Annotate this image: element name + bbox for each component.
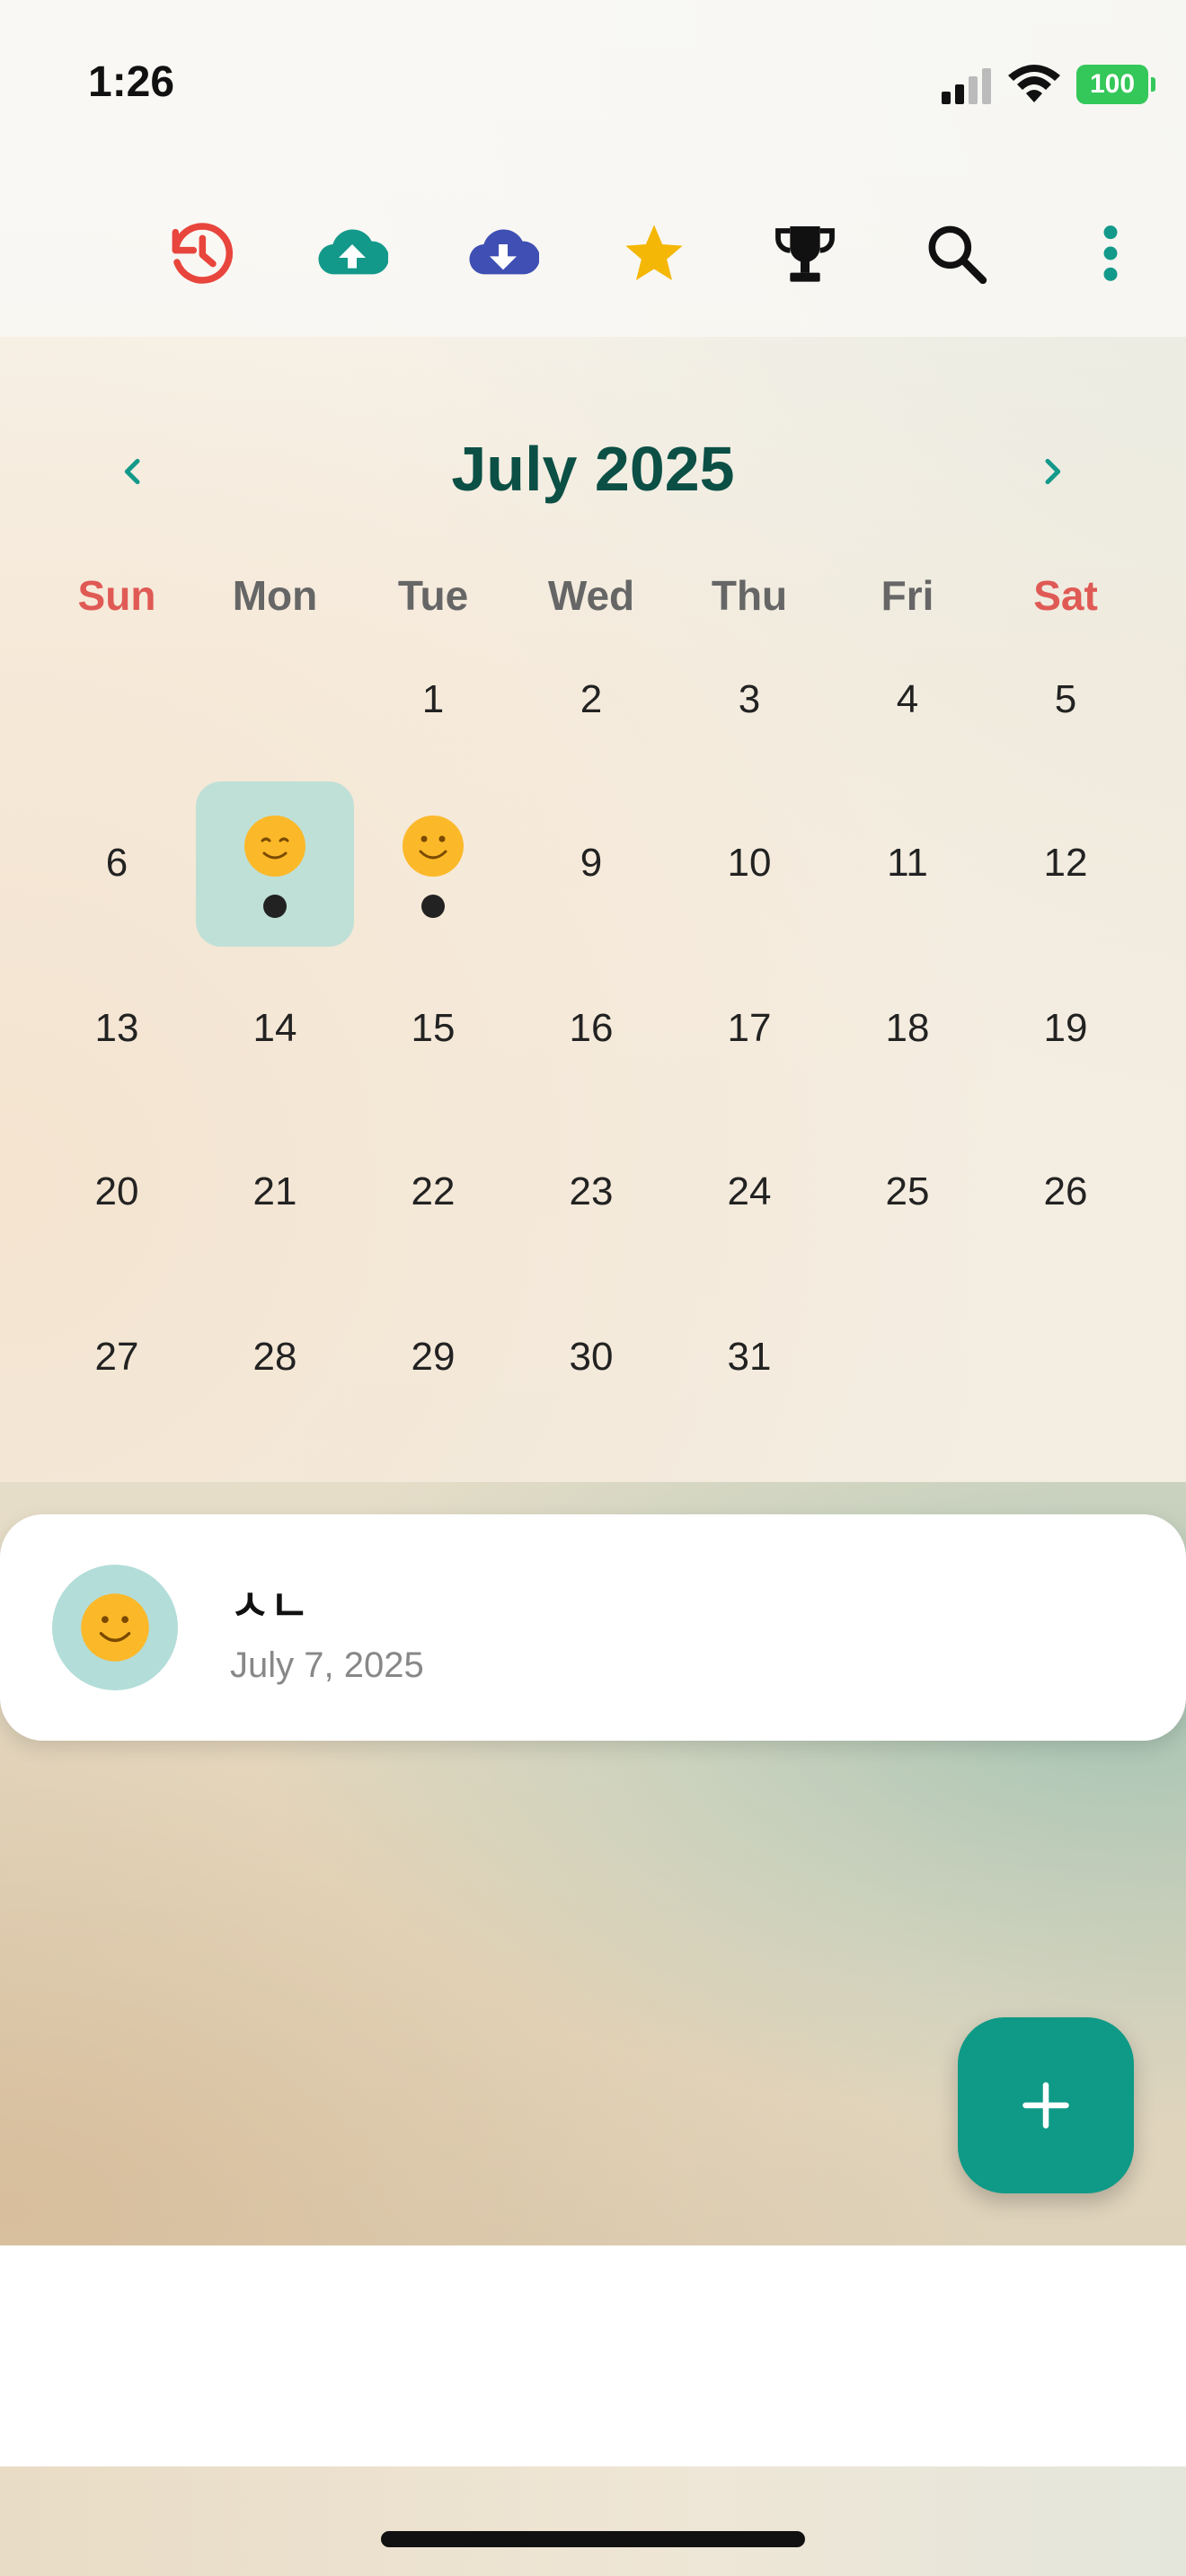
day-cell[interactable]: 15	[354, 948, 512, 1108]
day-cell[interactable]: 12	[987, 783, 1145, 943]
entry-mood-avatar	[52, 1565, 178, 1690]
weekday-fri: Fri	[881, 572, 934, 619]
day-cell[interactable]: 10	[670, 783, 828, 943]
entry-date: July 7, 2025	[230, 1645, 424, 1685]
day-cell[interactable]: 28	[196, 1277, 354, 1437]
smile-emoji-icon	[403, 816, 464, 877]
weekday-wed: Wed	[547, 572, 635, 619]
plus-icon	[1022, 2082, 1069, 2129]
day-cell[interactable]: 19	[987, 948, 1145, 1108]
chevron-left-icon	[124, 458, 140, 485]
smile-emoji-icon	[81, 1593, 149, 1662]
entry-card[interactable]: ㅅㄴ July 7, 2025	[0, 1514, 1186, 1741]
chevron-right-icon	[1045, 458, 1061, 485]
day-cell[interactable]: 23	[512, 1112, 670, 1272]
day-cell[interactable]: 4	[828, 620, 987, 780]
search-icon[interactable]	[915, 212, 997, 295]
entry-dot	[263, 895, 287, 918]
day-cell[interactable]: 25	[828, 1112, 987, 1272]
day-cell[interactable]: 13	[38, 948, 196, 1108]
add-entry-button[interactable]	[958, 2017, 1134, 2193]
day-cell[interactable]: 9	[512, 783, 670, 943]
day-cell-mood[interactable]	[196, 783, 354, 943]
day-cell[interactable]: 29	[354, 1277, 512, 1437]
day-cell-mood[interactable]	[354, 783, 512, 943]
prev-month-button[interactable]	[102, 440, 164, 503]
day-cell[interactable]: 24	[670, 1112, 828, 1272]
day-cell[interactable]: 18	[828, 948, 987, 1108]
home-indicator	[381, 2531, 805, 2547]
entry-title: ㅅㄴ	[230, 1583, 310, 1630]
day-cell[interactable]: 6	[38, 783, 196, 943]
wifi-icon	[1008, 65, 1060, 102]
day-cell[interactable]: 20	[38, 1112, 196, 1272]
weekday-sat: Sat	[1033, 572, 1098, 619]
trophy-icon[interactable]	[764, 212, 846, 295]
day-cell[interactable]: 30	[512, 1277, 670, 1437]
history-icon[interactable]	[158, 212, 241, 295]
weekday-thu: Thu	[711, 572, 788, 619]
more-vert-icon[interactable]	[1069, 212, 1152, 295]
entry-dot	[421, 895, 445, 918]
weekday-sun: Sun	[77, 572, 156, 619]
weekday-mon: Mon	[232, 572, 318, 619]
smile-wink-emoji-icon	[244, 816, 305, 877]
day-cell[interactable]: 14	[196, 948, 354, 1108]
month-title: July 2025	[451, 434, 735, 504]
day-cell[interactable]: 27	[38, 1277, 196, 1437]
day-cell[interactable]: 26	[987, 1112, 1145, 1272]
day-cell[interactable]: 31	[670, 1277, 828, 1437]
signal-icon	[942, 68, 991, 104]
cloud-upload-icon[interactable]	[311, 212, 394, 295]
status-time: 1:26	[88, 58, 175, 106]
day-cell[interactable]: 1	[354, 620, 512, 780]
day-cell[interactable]: 17	[670, 948, 828, 1108]
day-cell[interactable]: 3	[670, 620, 828, 780]
day-cell[interactable]: 22	[354, 1112, 512, 1272]
day-cell[interactable]: 11	[828, 783, 987, 943]
cloud-download-icon[interactable]	[462, 212, 544, 295]
star-icon[interactable]	[613, 212, 695, 295]
day-cell[interactable]: 2	[512, 620, 670, 780]
bottom-strip	[0, 2466, 1186, 2576]
day-cell[interactable]: 16	[512, 948, 670, 1108]
next-month-button[interactable]	[1021, 440, 1084, 503]
battery-indicator: 100	[1076, 65, 1155, 104]
bottom-area	[0, 2245, 1186, 2466]
day-cell[interactable]: 5	[987, 620, 1145, 780]
day-cell[interactable]: 21	[196, 1112, 354, 1272]
weekday-tue: Tue	[397, 572, 469, 619]
